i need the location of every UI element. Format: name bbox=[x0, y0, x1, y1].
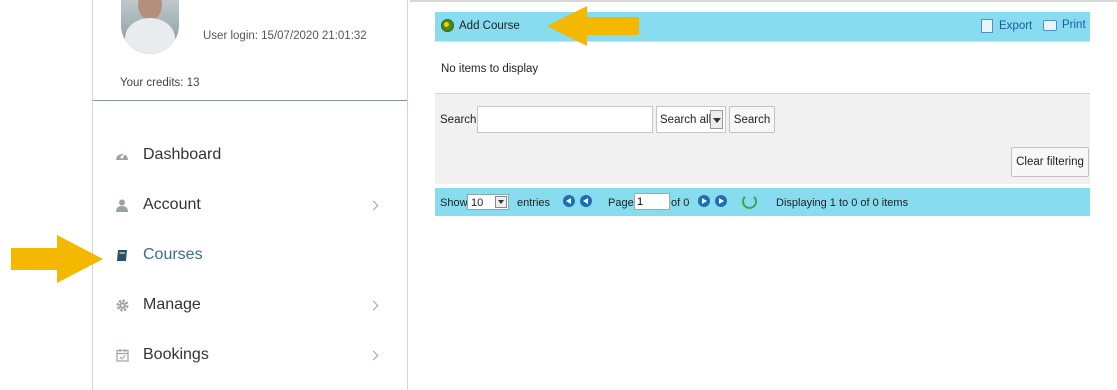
print-label: Print bbox=[1062, 19, 1086, 31]
page-label: Page bbox=[608, 197, 634, 209]
search-panel: Search: Search all Search Clear filterin… bbox=[435, 93, 1090, 184]
gear-icon bbox=[115, 298, 129, 312]
next-page-icon[interactable] bbox=[698, 195, 710, 207]
add-course-label: Add Course bbox=[459, 19, 520, 32]
empty-grid-message: No items to display bbox=[441, 63, 539, 75]
display-count-text: Displaying 1 to 0 of 0 items bbox=[776, 197, 909, 209]
sidebar-item-bookings[interactable]: Bookings bbox=[93, 330, 407, 380]
export-button[interactable]: Export bbox=[981, 19, 1032, 33]
dashboard-icon bbox=[115, 148, 129, 162]
sidebar-item-label: Manage bbox=[143, 296, 201, 313]
page-count-label: of 0 bbox=[671, 197, 690, 209]
export-label: Export bbox=[999, 20, 1033, 32]
sidebar-item-label: Bookings bbox=[143, 346, 209, 363]
dropdown-arrow-icon[interactable] bbox=[495, 196, 507, 208]
sidebar-item-label: Dashboard bbox=[143, 146, 222, 163]
grid-toolbar: Add Course Export Print bbox=[435, 12, 1090, 42]
chevron-right-icon bbox=[368, 350, 379, 360]
credits-text: Your credits: 13 bbox=[120, 77, 200, 89]
chevron-right-icon bbox=[368, 300, 379, 310]
search-scope-value: Search all bbox=[660, 114, 712, 126]
page-size-select[interactable]: 10 bbox=[467, 194, 509, 210]
page-number-input[interactable] bbox=[634, 193, 670, 210]
pagination-bar: Show 10 entries Page of 0 Displaying 1 t… bbox=[435, 188, 1090, 216]
annotation-arrow-right-icon bbox=[11, 235, 103, 283]
first-page-icon[interactable] bbox=[563, 195, 575, 207]
page-size-value: 10 bbox=[471, 197, 484, 209]
sidebar-item-manage[interactable]: Manage bbox=[93, 280, 407, 330]
search-scope-select[interactable]: Search all bbox=[656, 106, 726, 133]
print-icon bbox=[1043, 19, 1057, 31]
calendar-icon bbox=[115, 348, 129, 362]
user-icon bbox=[115, 198, 129, 212]
sidebar-item-dashboard[interactable]: Dashboard bbox=[93, 130, 407, 180]
annotation-arrow-left-icon bbox=[547, 6, 639, 46]
add-icon bbox=[441, 19, 454, 32]
sidebar-item-label: Account bbox=[143, 196, 201, 213]
user-login-text: User login: 15/07/2020 21:01:32 bbox=[203, 30, 367, 42]
sidebar-item-courses[interactable]: Courses bbox=[93, 230, 407, 280]
add-course-button[interactable]: Add Course bbox=[441, 19, 520, 32]
sidebar-item-account[interactable]: Account bbox=[93, 180, 407, 230]
chevron-right-icon bbox=[368, 200, 379, 210]
search-button[interactable]: Search bbox=[729, 106, 775, 133]
entries-label: entries bbox=[517, 197, 551, 209]
print-button[interactable]: Print bbox=[1043, 19, 1086, 31]
profile-panel: User login: 15/07/2020 21:01:32 Your cre… bbox=[93, 0, 407, 101]
search-input[interactable] bbox=[477, 106, 653, 133]
book-icon bbox=[115, 248, 129, 262]
top-divider bbox=[410, 0, 1117, 2]
show-label: Show bbox=[440, 197, 468, 209]
sidebar: User login: 15/07/2020 21:01:32 Your cre… bbox=[92, 0, 408, 390]
refresh-icon[interactable] bbox=[742, 194, 757, 209]
search-label: Search: bbox=[440, 114, 480, 126]
dropdown-arrow-icon[interactable] bbox=[710, 110, 723, 129]
avatar[interactable] bbox=[121, 0, 179, 54]
export-icon bbox=[981, 19, 993, 33]
last-page-icon[interactable] bbox=[715, 195, 727, 207]
previous-page-icon[interactable] bbox=[580, 195, 592, 207]
sidebar-item-label: Courses bbox=[143, 246, 203, 263]
clear-filtering-button[interactable]: Clear filtering bbox=[1011, 147, 1089, 177]
